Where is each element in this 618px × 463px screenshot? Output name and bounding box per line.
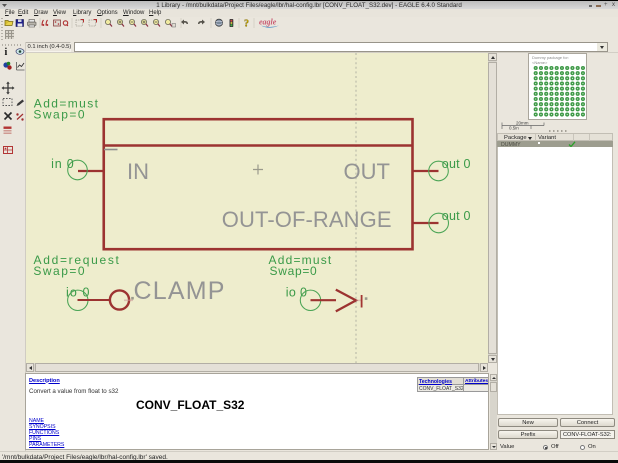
svg-text:?: ?: [244, 19, 249, 30]
svg-text:CLAMP: CLAMP: [134, 277, 226, 305]
svg-text:i: i: [5, 47, 8, 58]
svg-text:IN: IN: [127, 159, 149, 184]
svg-text:Swap=0: Swap=0: [270, 264, 318, 278]
svg-text:eagle: eagle: [259, 18, 277, 27]
svg-text:Swap=0: Swap=0: [33, 264, 86, 278]
svg-text:out 0: out 0: [442, 157, 471, 171]
svg-text:0.5in: 0.5in: [509, 126, 519, 131]
svg-text:Swap=0: Swap=0: [33, 107, 86, 121]
svg-text:io 0: io 0: [66, 286, 91, 300]
svg-text:in 0: in 0: [51, 157, 74, 171]
svg-text:OUT: OUT: [344, 159, 390, 184]
svg-text:out 0: out 0: [442, 209, 471, 223]
svg-text:OUT-OF-RANGE: OUT-OF-RANGE: [222, 207, 392, 232]
